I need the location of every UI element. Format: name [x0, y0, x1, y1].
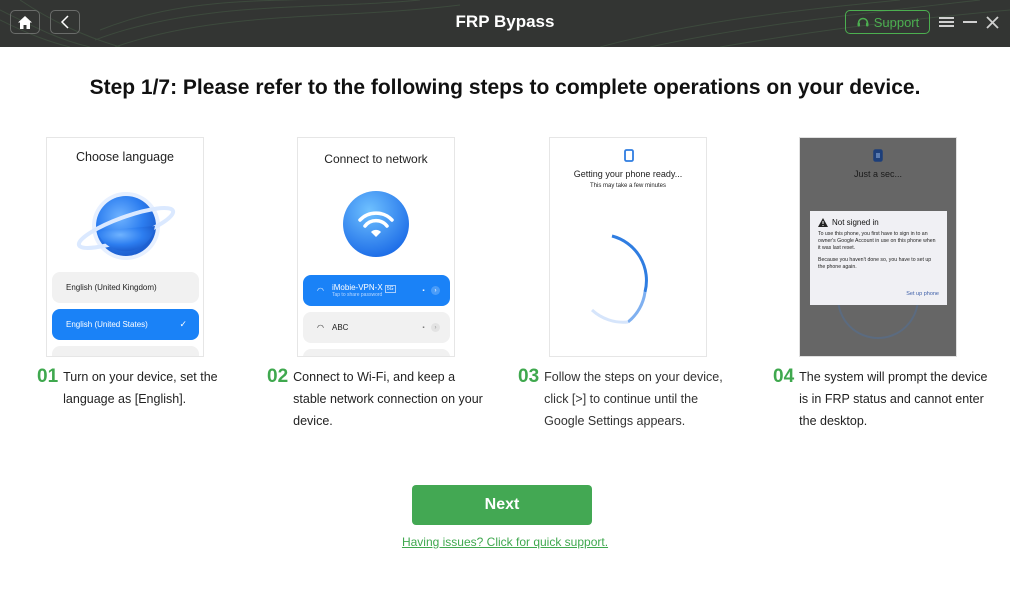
step-description: 01 Turn on your device, set the language… — [37, 366, 257, 410]
support-label: Support — [873, 14, 920, 30]
phone-icon — [624, 149, 634, 162]
step-number: 02 — [267, 366, 289, 387]
minimize-button[interactable] — [961, 12, 979, 32]
step-number: 04 — [773, 366, 795, 387]
menu-button[interactable] — [937, 12, 955, 32]
language-option — [52, 346, 199, 356]
step-number: 03 — [518, 366, 540, 387]
card-title: Connect to network — [324, 152, 428, 166]
next-button[interactable]: Next — [412, 485, 592, 525]
step-image-choose-language: Choose language English (United Kingdom)… — [46, 137, 204, 357]
card-title: Getting your phone ready... — [573, 169, 683, 179]
wifi-network-selected: ◠ iMobie-VPN-X 5G Tap to share password … — [303, 275, 450, 306]
loading-spinner — [837, 298, 919, 339]
step-number: 01 — [37, 366, 59, 387]
headset-icon — [857, 17, 869, 27]
close-icon — [985, 15, 999, 29]
step-image-connect-network: Connect to network ◠ iMobie-VPN-X 5G Tap… — [297, 137, 455, 357]
step-text: Connect to Wi-Fi, and keep a stable netw… — [293, 370, 483, 428]
chevron-right-icon: › — [431, 286, 440, 295]
step-text: Turn on your device, set the language as… — [63, 370, 218, 406]
hamburger-menu-icon — [938, 17, 954, 27]
wifi-icon — [343, 191, 409, 257]
lock-icon: ▪ — [422, 324, 425, 331]
lock-icon: ▪ — [422, 287, 425, 294]
support-button[interactable]: Support — [845, 10, 930, 34]
warning-icon — [818, 218, 828, 227]
wifi-network — [303, 349, 450, 356]
language-option-selected: English (United States) ✓ — [52, 309, 199, 340]
step-description: 02 Connect to Wi-Fi, and keep a stable n… — [267, 366, 487, 432]
step-text: Follow the steps on your device, click [… — [544, 370, 723, 428]
minimize-icon — [963, 21, 977, 23]
close-button[interactable] — [983, 12, 1001, 32]
step-description: 04 The system will prompt the device is … — [773, 366, 993, 432]
step-image-not-signed-in: Just a sec... Not signed in To use this … — [799, 137, 957, 357]
set-up-phone-link: Set up phone — [906, 291, 939, 297]
wifi-icon: ◠ — [317, 286, 324, 295]
checkmark-icon: ✓ — [179, 319, 187, 329]
wifi-network: ◠ ABC ▪ › — [303, 312, 450, 343]
wifi-icon: ◠ — [317, 323, 324, 332]
title-bar: FRP Bypass Support — [0, 0, 1010, 47]
loading-spinner — [590, 234, 648, 324]
step-text: The system will prompt the device is in … — [799, 370, 988, 428]
card-subtitle: This may take a few minutes — [589, 183, 667, 189]
chevron-right-icon: › — [431, 323, 440, 332]
card-title: Just a sec... — [853, 169, 903, 179]
page-heading: Step 1/7: Please refer to the following … — [89, 76, 921, 99]
language-option: English (United Kingdom) — [52, 272, 199, 303]
quick-support-link[interactable]: Having issues? Click for quick support. — [0, 535, 1010, 549]
card-title: Choose language — [76, 150, 174, 164]
not-signed-in-dialog: Not signed in To use this phone, you fir… — [810, 211, 947, 305]
phone-icon — [873, 149, 883, 162]
planet-icon — [76, 192, 176, 260]
step-image-phone-ready: Getting your phone ready... This may tak… — [549, 137, 707, 357]
step-description: 03 Follow the steps on your device, clic… — [518, 366, 738, 432]
